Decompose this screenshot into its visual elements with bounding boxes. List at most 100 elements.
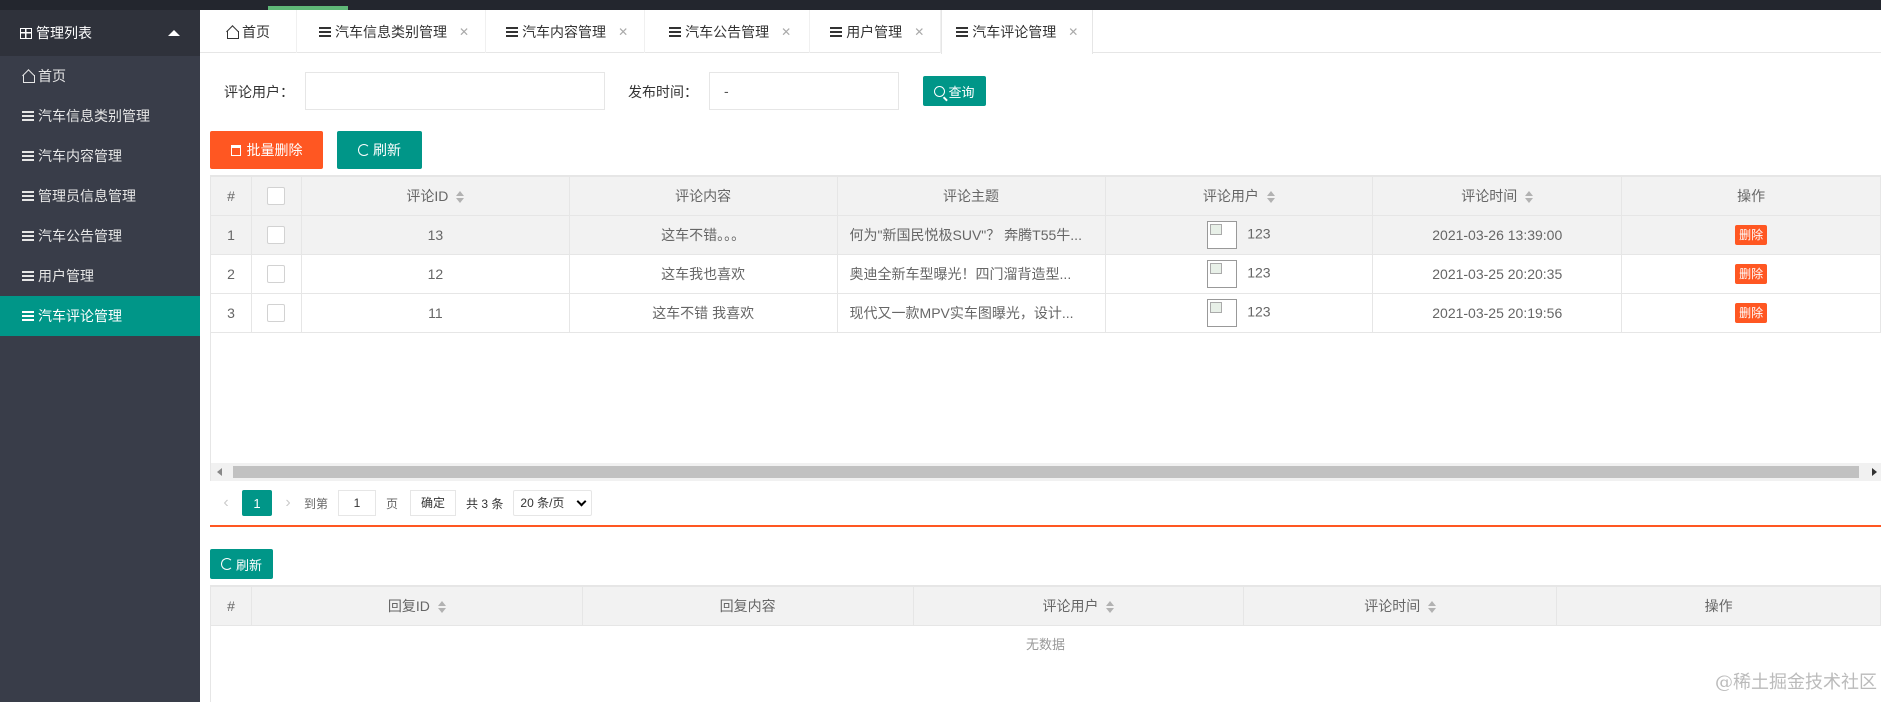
col-reply-user[interactable]: 评论用户 — [912, 586, 1245, 626]
col-label: 评论时间 — [1364, 598, 1421, 614]
goto-confirm-button[interactable]: 确定 — [410, 490, 457, 516]
close-icon[interactable]: ✕ — [781, 25, 791, 39]
next-page-icon[interactable]: › — [278, 494, 298, 512]
row-user: 123 — [1104, 254, 1374, 294]
row-content: 这车不错。。。 — [568, 215, 838, 255]
row-content: 这车我也喜欢 — [568, 254, 838, 294]
sort-icon[interactable] — [1525, 191, 1534, 204]
page-size-select[interactable]: 20 条/页 — [513, 490, 593, 516]
tab-notice[interactable]: 汽车公告管理 ✕ — [645, 10, 811, 53]
tab-home[interactable]: 首页 — [200, 10, 297, 53]
sidebar-item-label: 首页 — [38, 68, 66, 84]
row-user-name: 123 — [1247, 303, 1271, 320]
row-time: 2021-03-25 20:20:35 — [1372, 254, 1623, 294]
table-header-row: # 评论ID 评论内容 评论主题 评论用户 评论时间 操作 — [210, 176, 1881, 216]
sort-icon[interactable] — [456, 191, 465, 204]
sort-icon[interactable] — [1266, 191, 1275, 204]
query-button[interactable]: 查询 — [923, 76, 986, 106]
delete-button[interactable]: 删除 — [1735, 225, 1768, 245]
publish-time-input[interactable]: - — [709, 72, 899, 110]
row-subject: 现代又一款MPV实车图曝光，设计... — [836, 293, 1106, 333]
row-checkbox[interactable] — [267, 265, 286, 284]
home-icon — [226, 26, 239, 39]
refresh-icon — [358, 144, 370, 156]
list-icon — [22, 231, 34, 241]
tab-label: 汽车信息类别管理 — [335, 23, 447, 40]
prev-page-icon[interactable]: ‹ — [216, 494, 236, 512]
table-row[interactable]: 1 13 这车不错。。。 何为"新国民悦极SUV"？ 奔腾T55牛... 123… — [210, 215, 1881, 255]
scroll-left-icon[interactable] — [217, 468, 222, 476]
row-action: 删除 — [1621, 254, 1881, 294]
col-action: 操作 — [1556, 586, 1881, 626]
col-comment-time[interactable]: 评论时间 — [1372, 176, 1623, 216]
tab-users[interactable]: 用户管理 ✕ — [810, 10, 942, 53]
col-label: 评论ID — [406, 188, 449, 204]
avatar — [1207, 221, 1238, 249]
refresh-button[interactable]: 刷新 — [337, 131, 422, 169]
close-icon[interactable]: ✕ — [914, 25, 924, 39]
row-select-cell — [250, 215, 302, 255]
close-icon[interactable]: ✕ — [459, 25, 469, 39]
comments-table: # 评论ID 评论内容 评论主题 评论用户 评论时间 操作 1 13 这车不错。… — [210, 175, 1881, 333]
sort-icon[interactable] — [437, 601, 446, 614]
col-index: # — [210, 586, 252, 626]
col-comment-content: 评论内容 — [568, 176, 838, 216]
tab-comments[interactable]: 汽车评论管理 ✕ — [941, 10, 1094, 54]
sidebar-item-users[interactable]: 用户管理 — [0, 256, 200, 296]
sidebar-item-label: 汽车内容管理 — [38, 148, 122, 164]
goto-page-input[interactable]: 1 — [338, 490, 377, 516]
trash-icon — [230, 144, 241, 156]
row-content: 这车不错 我喜欢 — [568, 293, 838, 333]
table-empty-area — [210, 331, 1881, 463]
sidebar-item-home[interactable]: 首页 — [0, 56, 200, 96]
table-row[interactable]: 2 12 这车我也喜欢 奥迪全新车型曝光！四门溜背造型... 123 2021-… — [210, 254, 1881, 294]
row-time: 2021-03-25 20:19:56 — [1372, 293, 1623, 333]
col-reply-id[interactable]: 回复ID — [250, 586, 583, 626]
col-comment-subject: 评论主题 — [836, 176, 1106, 216]
close-icon[interactable]: ✕ — [618, 25, 628, 39]
list-icon — [506, 26, 519, 37]
sidebar-item-notice[interactable]: 汽车公告管理 — [0, 216, 200, 256]
scrollbar-thumb[interactable] — [233, 466, 1859, 478]
tab-car-category[interactable]: 汽车信息类别管理 ✕ — [297, 10, 487, 53]
delete-button[interactable]: 删除 — [1735, 303, 1768, 323]
sidebar-item-admin[interactable]: 管理员信息管理 — [0, 176, 200, 216]
close-icon[interactable]: ✕ — [1068, 25, 1078, 39]
col-label: 评论用户 — [1202, 188, 1259, 204]
watermark: @稀土掘金技术社区 — [1715, 672, 1877, 693]
col-index: # — [210, 176, 252, 216]
page-current[interactable]: 1 — [242, 490, 272, 516]
sort-icon[interactable] — [1428, 601, 1437, 614]
col-reply-time[interactable]: 评论时间 — [1243, 586, 1558, 626]
col-comment-id[interactable]: 评论ID — [300, 176, 570, 216]
col-label: 评论时间 — [1461, 188, 1518, 204]
list-icon — [22, 311, 34, 321]
table-row[interactable]: 3 11 这车不错 我喜欢 现代又一款MPV实车图曝光，设计... 123 20… — [210, 293, 1881, 333]
horizontal-scrollbar[interactable] — [210, 463, 1881, 481]
comment-user-input[interactable] — [305, 72, 605, 110]
home-icon — [22, 70, 35, 83]
tab-car-content[interactable]: 汽车内容管理 ✕ — [486, 10, 646, 53]
row-checkbox[interactable] — [267, 304, 286, 323]
scroll-right-icon[interactable] — [1872, 468, 1877, 476]
delete-button[interactable]: 删除 — [1735, 264, 1768, 284]
tab-bar: 首页 汽车信息类别管理 ✕ 汽车内容管理 ✕ 汽车公告管理 ✕ 用户管理 ✕ 汽车评论管… — [200, 10, 1881, 54]
row-user: 123 — [1104, 215, 1374, 255]
row-action: 删除 — [1621, 215, 1881, 255]
reply-refresh-button[interactable]: 刷新 — [210, 549, 273, 579]
tab-label: 汽车评论管理 — [972, 24, 1057, 40]
row-id: 11 — [300, 293, 570, 333]
batch-delete-button[interactable]: 批量删除 — [210, 131, 323, 169]
sidebar-header[interactable]: 管理列表 — [0, 10, 200, 56]
sidebar-item-comments[interactable]: 汽车评论管理 — [0, 296, 200, 336]
comment-user-label: 评论用户： — [224, 84, 294, 100]
select-all-checkbox[interactable] — [267, 187, 286, 206]
sidebar-item-car-content[interactable]: 汽车内容管理 — [0, 136, 200, 176]
sort-icon[interactable] — [1106, 601, 1115, 614]
col-comment-user[interactable]: 评论用户 — [1104, 176, 1374, 216]
sidebar-item-car-category[interactable]: 汽车信息类别管理 — [0, 96, 200, 136]
publish-time-label: 发布时间： — [628, 84, 698, 100]
row-subject: 奥迪全新车型曝光！四门溜背造型... — [836, 254, 1106, 294]
row-checkbox[interactable] — [267, 226, 286, 245]
list-icon — [956, 27, 969, 37]
